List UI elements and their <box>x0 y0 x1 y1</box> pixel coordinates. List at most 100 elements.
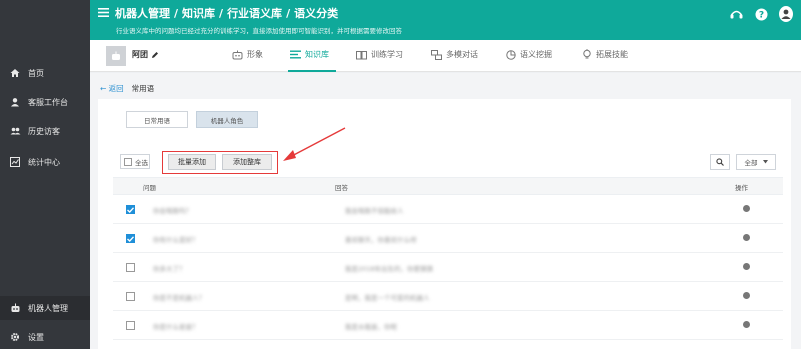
top-header: 机器人管理 / 知识库 / 行业语义库 / 语义分类 行业语义库中的问题均已经过… <box>90 0 801 40</box>
row-question: 你有什么爱好？ <box>153 236 199 244</box>
table-row: 你是什么星座？ 我是水瓶座，你呢 <box>113 311 783 340</box>
sidebar-item-home[interactable]: 首页 <box>0 61 90 85</box>
header-actions: ? <box>718 6 793 22</box>
sidebar-item-label: 设置 <box>28 332 44 342</box>
sidebar-item-settings[interactable]: 设置 <box>0 325 90 349</box>
mining-icon <box>506 49 516 60</box>
page-breadcrumb: 机器人管理 / 知识库 / 行业语义库 / 语义分类 <box>98 5 338 21</box>
row-checkbox[interactable] <box>126 292 135 301</box>
sidebar-item-history[interactable]: 历史访客 <box>0 119 90 143</box>
tab-label: 多模对话 <box>446 50 478 59</box>
filter-dropdown[interactable]: 全部 <box>736 154 776 170</box>
breadcrumb-item: 语义分类 <box>294 7 339 20</box>
sidebar-item-label: 统计中心 <box>28 157 60 167</box>
robot-face-icon <box>232 50 243 60</box>
tab-training[interactable]: 训练学习 <box>356 49 403 60</box>
column-header-answer: 回答 <box>335 184 348 192</box>
row-action-dot[interactable] <box>743 205 750 212</box>
chevron-down-icon <box>762 160 768 164</box>
select-all-label: 全选 <box>135 158 148 167</box>
row-checkbox[interactable] <box>126 321 135 330</box>
sidebar-item-robot-mgmt[interactable]: 机器人管理 <box>0 296 90 320</box>
table-row: 你多大了？ 我是2018年出生的，你要猜猜 <box>113 253 783 282</box>
row-checkbox[interactable] <box>126 263 135 272</box>
page-subtitle: 行业语义库中的问题均已经过充分的训练学习，直接添加使用即可智能识别，并可根据需要… <box>116 27 402 35</box>
content-breadcrumb: ← 返回 常用语 <box>100 83 154 94</box>
robot-avatar <box>106 46 126 66</box>
breadcrumb-separator: / <box>219 6 224 20</box>
svg-text:?: ? <box>758 10 763 20</box>
table-row: 你有什么爱好？ 喜欢聊天，你喜欢什么呀 <box>113 224 783 253</box>
robot-name: 阿团 <box>132 49 159 60</box>
robot-name-label: 阿团 <box>132 50 148 59</box>
help-icon[interactable]: ? <box>754 7 768 21</box>
row-answer: 我会唱歌不但能给人 <box>345 207 404 215</box>
subtab-robot-role[interactable]: 机器人角色 <box>196 111 258 128</box>
user-avatar[interactable] <box>779 6 793 22</box>
row-checkbox[interactable] <box>126 234 135 243</box>
breadcrumb-item[interactable]: 行业语义库 <box>227 5 282 21</box>
search-icon <box>716 158 724 166</box>
table-header: 问题 回答 操作 <box>113 177 783 195</box>
row-action-dot[interactable] <box>743 263 750 270</box>
row-question: 你是不是机器人？ <box>153 294 205 302</box>
tab-multi-dialog[interactable]: 多模对话 <box>431 49 478 60</box>
row-action-dot[interactable] <box>743 234 750 241</box>
row-action-dot[interactable] <box>743 292 750 299</box>
add-all-button[interactable]: 添加整库 <box>222 154 272 170</box>
tab-semantic-mining[interactable]: 语义挖掘 <box>506 49 552 60</box>
main-content: ← 返回 常用语 日常用语 机器人角色 全选 批量添加 添加整库 全部 问题 回… <box>90 73 801 349</box>
back-link[interactable]: ← 返回 <box>100 83 124 94</box>
book-icon <box>356 50 367 60</box>
sidebar-item-label: 机器人管理 <box>28 303 68 313</box>
batch-add-button[interactable]: 批量添加 <box>168 154 216 170</box>
category-name: 常用语 <box>131 84 155 93</box>
sidebar-item-label: 历史访客 <box>28 126 60 136</box>
support-icon[interactable] <box>729 7 743 21</box>
list-icon <box>290 50 301 59</box>
agent-icon <box>9 96 21 108</box>
search-button[interactable] <box>710 154 730 170</box>
row-answer: 我是2018年出生的，你要猜猜 <box>345 265 434 273</box>
row-question: 你是什么星座？ <box>153 323 199 331</box>
table-row: 你是不是机器人？ 是啊，我是一个可爱的机器人 <box>113 282 783 311</box>
edit-icon[interactable] <box>151 51 159 59</box>
bulb-icon <box>582 49 592 60</box>
gear-icon <box>9 331 21 343</box>
question-card: 日常用语 机器人角色 全选 批量添加 添加整库 全部 问题 回答 操作 你会唱歌… <box>98 99 791 349</box>
row-question: 你多大了？ <box>153 265 186 273</box>
row-checkbox[interactable] <box>126 205 135 214</box>
chart-icon <box>9 156 21 168</box>
sidebar-item-agent-desk[interactable]: 客服工作台 <box>0 90 90 114</box>
breadcrumb-item[interactable]: 知识库 <box>182 5 215 21</box>
tab-knowledge-base[interactable]: 知识库 <box>290 49 329 60</box>
sidebar-item-label: 首页 <box>28 68 44 78</box>
select-all-checkbox[interactable]: 全选 <box>120 154 150 169</box>
robot-icon <box>9 302 21 314</box>
tab-appearance[interactable]: 形象 <box>232 49 263 60</box>
sidebar-item-stats[interactable]: 统计中心 <box>0 150 90 174</box>
row-answer: 是啊，我是一个可爱的机器人 <box>345 294 430 302</box>
tab-label: 形象 <box>247 50 263 59</box>
sidebar: 首页 客服工作台 历史访客 统计中心 机器人管理 设置 <box>0 0 90 349</box>
menu-icon[interactable] <box>98 7 109 20</box>
breadcrumb-separator: / <box>286 6 291 20</box>
filter-label: 全部 <box>744 159 758 167</box>
row-action-dot[interactable] <box>743 321 750 328</box>
tab-skills[interactable]: 拓展技能 <box>582 49 628 60</box>
tab-label: 拓展技能 <box>596 50 628 59</box>
table-row: 你会唱歌吗？ 我会唱歌不但能给人 <box>113 195 783 224</box>
subtab-daily[interactable]: 日常用语 <box>126 111 188 128</box>
checkbox-box <box>124 157 132 166</box>
dialog-icon <box>431 49 442 60</box>
breadcrumb-item[interactable]: 机器人管理 <box>115 5 170 21</box>
breadcrumb-separator: / <box>174 6 179 20</box>
tab-label: 语义挖掘 <box>520 50 552 59</box>
home-icon <box>9 67 21 79</box>
row-answer: 我是水瓶座，你呢 <box>345 323 397 331</box>
tab-label: 知识库 <box>305 50 329 59</box>
row-answer: 喜欢聊天，你喜欢什么呀 <box>345 236 417 244</box>
active-tab-indicator <box>288 70 336 72</box>
robot-tabbar: 阿团 形象 知识库 训练学习 多模对话 语义挖掘 拓展技能 <box>90 40 801 72</box>
column-header-question: 问题 <box>143 184 156 192</box>
